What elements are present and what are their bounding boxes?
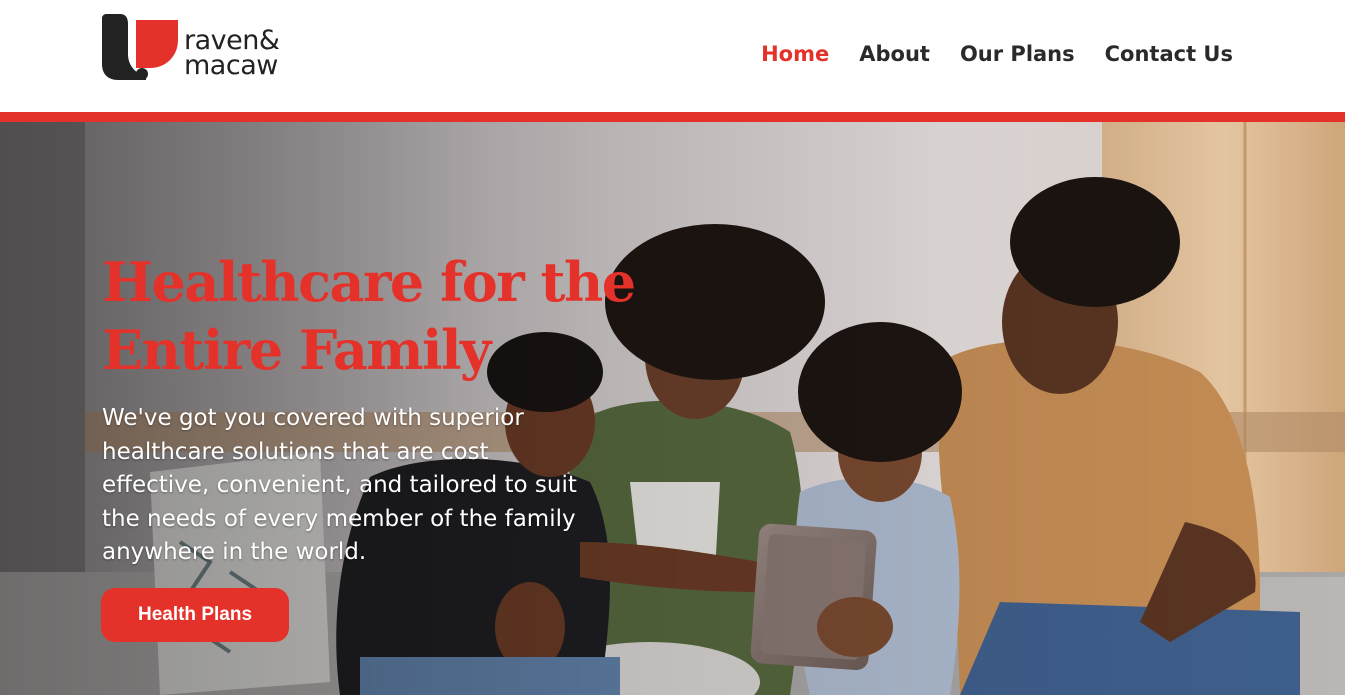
- hero-section: Healthcare for the Entire Family We've g…: [0, 122, 1345, 695]
- nav-contact-us[interactable]: Contact Us: [1105, 42, 1233, 66]
- site-header: raven& macaw Home About Our Plans Contac…: [0, 0, 1345, 112]
- main-nav: Home About Our Plans Contact Us: [761, 42, 1233, 66]
- hero-description: We've got you covered with superior heal…: [102, 405, 577, 565]
- brand-name-line2: macaw: [184, 50, 278, 81]
- nav-about[interactable]: About: [859, 42, 930, 66]
- health-plans-button[interactable]: Health Plans: [101, 588, 289, 642]
- logo-mark-icon: [102, 14, 178, 80]
- nav-home[interactable]: Home: [761, 42, 829, 66]
- hero-title-line1: Healthcare for the: [102, 250, 636, 314]
- brand-wordmark: raven& macaw: [184, 27, 280, 81]
- brand-logo[interactable]: raven& macaw: [100, 14, 310, 82]
- hero-title-line2: Entire Family: [102, 318, 491, 382]
- hero-title: Healthcare for the Entire Family: [102, 248, 662, 384]
- nav-our-plans[interactable]: Our Plans: [960, 42, 1075, 66]
- header-accent-bar: [0, 112, 1345, 122]
